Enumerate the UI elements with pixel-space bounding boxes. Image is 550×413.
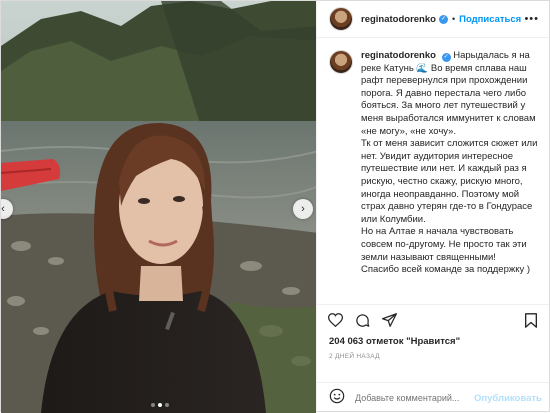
share-icon	[381, 313, 397, 327]
action-bar	[317, 304, 549, 335]
bookmark-icon	[525, 312, 537, 328]
caption-username[interactable]: reginatodorenko	[361, 50, 436, 61]
save-button[interactable]	[523, 312, 539, 328]
author-avatar[interactable]	[329, 7, 353, 31]
comment-button[interactable]	[354, 312, 370, 328]
carousel-indicator	[1, 403, 316, 407]
comment-input[interactable]	[353, 392, 474, 404]
photo-illustration	[1, 1, 316, 413]
carousel-dot	[151, 403, 155, 407]
emoji-button[interactable]	[329, 388, 345, 409]
caption-paragraph-1: Нарыдалась я на реке Катунь 🌊 Во время с…	[361, 50, 536, 137]
carousel-dot-active	[158, 403, 162, 407]
author-username[interactable]: reginatodorenko	[361, 14, 436, 25]
chevron-right-icon: ›	[301, 203, 305, 215]
caption-paragraph: reginatodorenko ✓ Нарыдалась я на реке К…	[361, 50, 539, 138]
carousel-dot	[165, 403, 169, 407]
verified-badge-icon: ✓	[441, 53, 451, 62]
post-details-panel: reginatodorenko ✓ • Подписаться ••• regi…	[316, 1, 549, 413]
follow-button[interactable]: Подписаться	[459, 14, 521, 25]
like-button[interactable]	[327, 312, 343, 328]
heart-icon	[327, 313, 343, 327]
post-header: reginatodorenko ✓ • Подписаться •••	[317, 1, 549, 38]
verified-badge-icon: ✓	[438, 14, 448, 24]
caption-author-avatar[interactable]	[329, 50, 353, 74]
caption-section: reginatodorenko ✓ Нарыдалась я на реке К…	[317, 38, 549, 304]
post-photo: ‹ ›	[1, 1, 316, 413]
emoji-icon	[329, 388, 345, 403]
carousel-next-button[interactable]: ›	[293, 199, 313, 219]
comment-bar: Опубликовать	[317, 382, 549, 413]
caption-paragraph-3: Но на Алтае я начала чувствовать совсем …	[361, 226, 527, 263]
post-date[interactable]: 2 ДНЕЙ НАЗАД	[317, 349, 549, 367]
caption-paragraph-4: Спасибо всей команде за поддержку )	[361, 264, 531, 276]
instagram-post-modal: ‹ › reginatodorenko ✓ • Подписаться ••• …	[0, 0, 550, 413]
more-options-icon[interactable]: •••	[524, 13, 539, 25]
publish-button[interactable]: Опубликовать	[474, 393, 542, 404]
header-separator: •	[451, 14, 456, 24]
caption-text: reginatodorenko ✓ Нарыдалась я на реке К…	[361, 50, 539, 304]
like-count[interactable]: 204 063 отметок "Нравится"	[317, 335, 549, 349]
caption-paragraph-2: Тк от меня зависит сложится сюжет или не…	[361, 138, 538, 225]
comment-icon	[355, 313, 369, 327]
share-button[interactable]	[381, 312, 397, 328]
chevron-left-icon: ‹	[1, 203, 5, 215]
